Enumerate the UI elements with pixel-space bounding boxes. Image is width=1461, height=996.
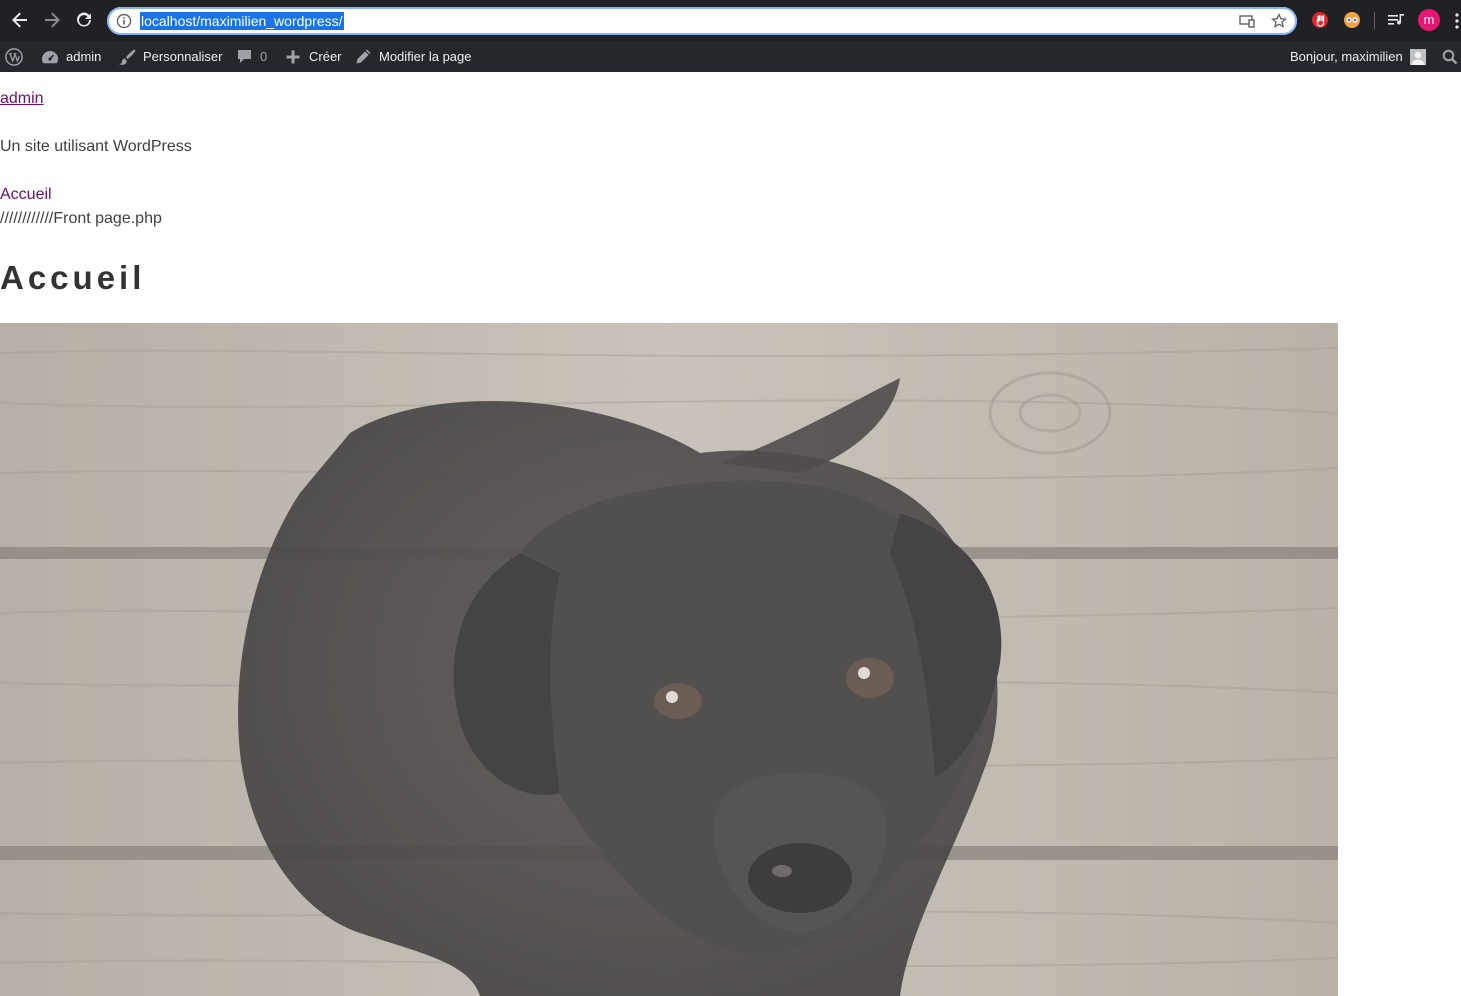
comment-icon (235, 48, 253, 66)
url-text[interactable]: localhost/maximilien_wordpress/ (140, 12, 344, 30)
wp-edit-page-menu[interactable]: Modifier la page (354, 41, 472, 72)
nav-menu-item-accueil[interactable]: Accueil (0, 186, 52, 204)
dashboard-icon (41, 48, 59, 66)
wp-account-menu[interactable]: Bonjour, maximilien (1290, 41, 1426, 72)
site-title-link[interactable]: admin (0, 90, 44, 108)
plus-icon (284, 48, 302, 66)
reload-icon[interactable] (73, 9, 95, 31)
back-arrow-icon[interactable] (9, 9, 31, 31)
toolbar-divider (1374, 12, 1375, 29)
wp-admin-bar: admin Personnaliser 0 Créer Modifier la … (0, 41, 1461, 72)
forward-arrow-icon[interactable] (41, 9, 63, 31)
wp-customize-menu[interactable]: Personnaliser (118, 41, 223, 72)
menu-kebab-icon[interactable] (1453, 12, 1461, 30)
wordpress-logo-icon (5, 47, 23, 66)
pencil-icon (354, 48, 372, 66)
address-bar[interactable]: localhost/maximilien_wordpress/ (107, 7, 1297, 35)
wp-greeting[interactable]: Bonjour, maximilien (1290, 49, 1403, 64)
search-icon (1441, 48, 1459, 66)
wp-search-menu[interactable] (1441, 41, 1459, 72)
extension-red-icon[interactable] (1310, 10, 1330, 30)
site-tagline: Un site utilisant WordPress (0, 138, 192, 155)
user-avatar-icon (1409, 48, 1426, 65)
wp-new-label[interactable]: Créer (309, 49, 342, 64)
wp-site-name[interactable]: admin (66, 49, 101, 64)
wp-edit-page-label[interactable]: Modifier la page (379, 49, 472, 64)
media-queue-icon[interactable] (1386, 10, 1406, 30)
wp-comments-menu[interactable]: 0 (235, 41, 267, 72)
template-note: ////////////Front page.php (0, 210, 162, 227)
browser-toolbar: localhost/maximilien_wordpress/ m (0, 0, 1461, 41)
wp-logo-menu[interactable] (5, 41, 23, 72)
hero-image (0, 323, 1338, 996)
paintbrush-icon (118, 48, 136, 66)
wp-new-content-menu[interactable]: Créer (284, 41, 342, 72)
profile-avatar[interactable]: m (1418, 9, 1440, 31)
extension-eyes-icon[interactable] (1342, 10, 1362, 30)
wp-customize-label[interactable]: Personnaliser (143, 49, 223, 64)
page-title: Accueil (0, 259, 146, 296)
wp-site-menu[interactable]: admin (41, 41, 101, 72)
wp-comments-count[interactable]: 0 (260, 49, 267, 64)
bookmark-star-icon[interactable] (1270, 12, 1288, 30)
site-info-icon[interactable] (116, 13, 132, 29)
cast-icon[interactable] (1238, 12, 1256, 30)
